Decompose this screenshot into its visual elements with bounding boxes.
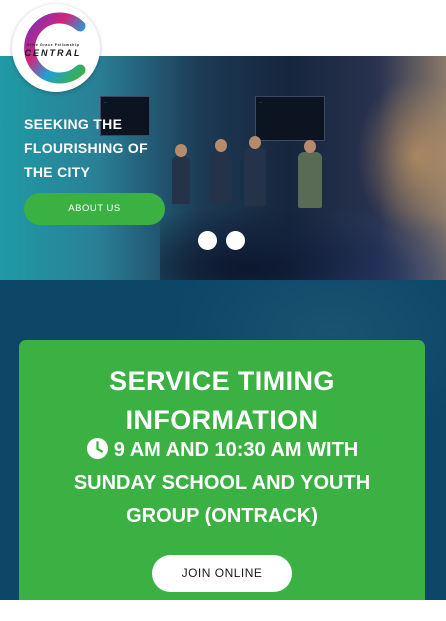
service-time-line: SUNDAY SCHOOL AND YOUTH — [73, 472, 371, 494]
logo-line1: Olive Grace Fellowship — [26, 43, 80, 47]
service-title: SERVICE TIMING INFORMATION — [19, 362, 425, 440]
join-online-button[interactable]: JOIN ONLINE — [152, 555, 292, 592]
logo-wordmark: Olive Grace Fellowship CENTRAL — [22, 43, 84, 58]
logo-line2: CENTRAL — [24, 48, 82, 58]
service-times: 9 AM AND 10:30 AM WITH SUNDAY SCHOOL AND… — [49, 434, 395, 533]
carousel-dots — [198, 231, 254, 255]
hero-title: SEEKING THE FLOURISHING OF THE CITY — [24, 112, 154, 184]
hero-title-line: SEEKING THE — [24, 116, 123, 132]
service-time-line: GROUP (ONTRACK) — [126, 505, 318, 527]
service-title-line: SERVICE TIMING — [109, 366, 335, 396]
hero-title-line: FLOURISHING OF — [24, 140, 148, 156]
hero-title-line: THE CITY — [24, 164, 91, 180]
service-timing-card: SERVICE TIMING INFORMATION 9 AM AND 10:3… — [19, 340, 425, 600]
carousel-dot-2[interactable] — [226, 231, 245, 250]
service-time-line: 9 AM AND 10:30 AM WITH — [113, 439, 359, 461]
service-section: SERVICE TIMING INFORMATION 9 AM AND 10:3… — [0, 280, 446, 600]
about-us-button[interactable]: ABOUT US — [24, 193, 165, 225]
projector-screen: ... — [255, 96, 325, 141]
clock-icon — [86, 437, 108, 460]
carousel-dot-1[interactable] — [198, 231, 217, 250]
page-bottom — [0, 600, 446, 621]
